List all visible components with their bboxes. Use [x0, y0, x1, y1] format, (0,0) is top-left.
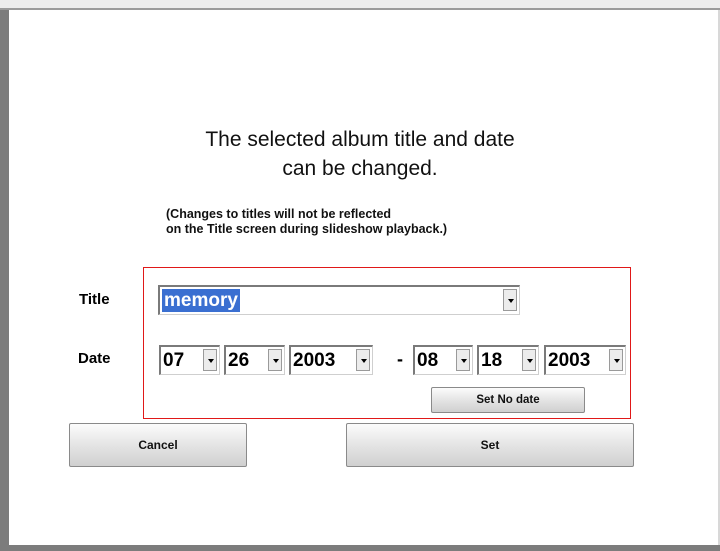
window-top-border: [0, 0, 720, 10]
date-range-separator: -: [397, 349, 403, 369]
title-label: Title: [79, 291, 110, 308]
window-bottom-border: [9, 545, 720, 551]
chevron-down-icon[interactable]: [268, 349, 282, 371]
set-button[interactable]: Set: [346, 423, 634, 467]
start-month-dropdown[interactable]: 07: [159, 345, 220, 375]
start-year-dropdown[interactable]: 2003: [289, 345, 373, 375]
message-line-2: can be changed.: [282, 157, 438, 180]
note-line-1: (Changes to titles will not be reflected: [166, 207, 392, 221]
chevron-down-icon[interactable]: [356, 349, 370, 371]
cancel-button[interactable]: Cancel: [69, 423, 247, 467]
end-month-dropdown[interactable]: 08: [413, 345, 473, 375]
note-line-2: on the Title screen during slideshow pla…: [166, 222, 448, 236]
end-year-dropdown[interactable]: 2003: [544, 345, 626, 375]
start-year-value: 2003: [293, 350, 336, 371]
chevron-down-icon[interactable]: [522, 349, 536, 371]
title-value[interactable]: memory: [162, 289, 240, 312]
window-left-border: [0, 10, 9, 551]
start-day-value: 26: [228, 350, 250, 371]
date-label: Date: [78, 350, 111, 367]
message-line-1: The selected album title and date: [205, 128, 515, 151]
title-dropdown[interactable]: memory: [158, 285, 520, 315]
end-year-value: 2003: [548, 350, 591, 371]
chevron-down-icon[interactable]: [503, 289, 517, 311]
start-month-value: 07: [163, 350, 185, 371]
chevron-down-icon[interactable]: [609, 349, 623, 371]
chevron-down-icon[interactable]: [456, 349, 470, 371]
chevron-down-icon[interactable]: [203, 349, 217, 371]
set-no-date-button[interactable]: Set No date: [431, 387, 585, 413]
end-month-value: 08: [417, 350, 439, 371]
end-day-value: 18: [481, 350, 503, 371]
end-day-dropdown[interactable]: 18: [477, 345, 539, 375]
start-day-dropdown[interactable]: 26: [224, 345, 285, 375]
